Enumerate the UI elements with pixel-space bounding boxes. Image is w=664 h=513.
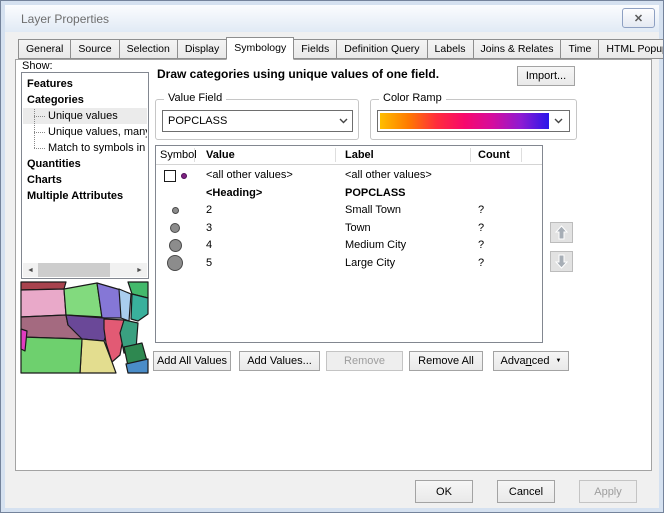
- row-value: 2: [206, 202, 212, 220]
- tree-item-charts[interactable]: Charts: [23, 172, 147, 188]
- column-separator: [194, 148, 195, 162]
- point-symbol-icon[interactable]: [172, 207, 179, 214]
- column-header-count[interactable]: Count: [478, 146, 510, 164]
- arrow-down-icon: [555, 254, 568, 269]
- row-label: Large City: [345, 255, 395, 273]
- tab-definition-query[interactable]: Definition Query: [336, 39, 427, 59]
- row-label: <all other values>: [345, 167, 432, 185]
- point-symbol-icon[interactable]: [169, 239, 182, 252]
- tree-item-multiple-attributes[interactable]: Multiple Attributes: [23, 188, 147, 204]
- scrollbar-thumb[interactable]: [38, 263, 110, 277]
- scroll-left-icon[interactable]: ◄: [23, 263, 38, 277]
- value-field-selected-value: POPCLASS: [163, 115, 334, 127]
- tab-html-popup[interactable]: HTML Popup: [598, 39, 664, 59]
- tree-item-quantities[interactable]: Quantities: [23, 156, 147, 172]
- symbology-tab-page: Show: Features Categories Unique values …: [15, 59, 652, 471]
- column-separator: [521, 148, 522, 162]
- remove-button[interactable]: Remove: [326, 351, 403, 371]
- tree-horizontal-scrollbar[interactable]: ◄ ►: [23, 263, 147, 277]
- show-tree-listbox[interactable]: Features Categories Unique values Unique…: [21, 72, 149, 279]
- row-count: ?: [478, 255, 484, 273]
- remove-all-button[interactable]: Remove All: [409, 351, 483, 371]
- tree-item-features[interactable]: Features: [23, 76, 147, 92]
- row-count: ?: [478, 202, 484, 220]
- close-icon: ✕: [634, 12, 643, 25]
- window-title: Layer Properties: [21, 12, 109, 26]
- row-count: ?: [478, 237, 484, 255]
- row-label: Town: [345, 220, 371, 238]
- tab-labels[interactable]: Labels: [427, 39, 474, 59]
- tab-display[interactable]: Display: [177, 39, 227, 59]
- chevron-down-icon: [334, 118, 352, 124]
- advanced-button-label: Advanced: [501, 355, 550, 367]
- value-field-dropdown[interactable]: POPCLASS: [162, 110, 353, 132]
- color-ramp-dropdown[interactable]: [377, 110, 570, 132]
- row-value: <all other values>: [206, 167, 293, 185]
- tab-time[interactable]: Time: [560, 39, 599, 59]
- point-symbol-icon[interactable]: [170, 223, 180, 233]
- title-bar[interactable]: Layer Properties ✕: [5, 5, 659, 32]
- scroll-right-icon[interactable]: ►: [132, 263, 147, 277]
- column-separator: [470, 148, 471, 162]
- tab-symbology[interactable]: Symbology: [226, 37, 294, 60]
- point-symbol-icon[interactable]: [167, 255, 183, 271]
- color-ramp-group: Color Ramp: [370, 99, 577, 140]
- column-header-value[interactable]: Value: [206, 146, 235, 164]
- move-down-button[interactable]: [550, 251, 573, 272]
- table-row-heading[interactable]: <Heading> POPCLASS: [156, 185, 542, 203]
- add-all-values-button[interactable]: Add All Values: [153, 351, 231, 371]
- states-map-image: [20, 281, 149, 374]
- tab-general[interactable]: General: [18, 39, 71, 59]
- row-label: Small Town: [345, 202, 401, 220]
- apply-button[interactable]: Apply: [579, 480, 637, 503]
- tab-selection[interactable]: Selection: [119, 39, 178, 59]
- row-count: ?: [478, 220, 484, 238]
- row-value: <Heading>: [206, 185, 262, 203]
- dropdown-caret-icon: ▼: [556, 358, 562, 364]
- row-value: 3: [206, 220, 212, 238]
- tab-strip: General Source Selection Display Symbolo…: [18, 36, 664, 59]
- table-row-all-other-values[interactable]: <all other values> <all other values>: [156, 167, 542, 185]
- column-header-label[interactable]: Label: [345, 146, 374, 164]
- column-separator: [335, 148, 336, 162]
- advanced-button[interactable]: Advanced ▼: [493, 351, 569, 371]
- value-field-group: Value Field POPCLASS: [155, 99, 359, 140]
- tab-fields[interactable]: Fields: [293, 39, 337, 59]
- table-row[interactable]: 3 Town ?: [156, 220, 542, 238]
- table-row[interactable]: 2 Small Town ?: [156, 202, 542, 220]
- import-button[interactable]: Import...: [517, 66, 575, 86]
- add-values-button[interactable]: Add Values...: [239, 351, 320, 371]
- row-label: POPCLASS: [345, 185, 406, 203]
- categories-table[interactable]: Symbol Value Label Count <all other valu…: [155, 145, 543, 343]
- all-other-values-symbol-icon[interactable]: [181, 173, 187, 179]
- tree-item-match-to-symbols[interactable]: Match to symbols in a: [23, 140, 147, 156]
- column-header-symbol[interactable]: Symbol: [160, 146, 197, 164]
- row-value: 5: [206, 255, 212, 273]
- all-other-values-checkbox[interactable]: [164, 170, 176, 182]
- value-field-group-label: Value Field: [164, 92, 226, 104]
- tree-item-unique-values-many[interactable]: Unique values, many: [23, 124, 147, 140]
- row-label: Medium City: [345, 237, 406, 255]
- ok-button[interactable]: OK: [415, 480, 473, 503]
- tab-source[interactable]: Source: [70, 39, 119, 59]
- color-ramp-group-label: Color Ramp: [379, 92, 446, 104]
- chevron-down-icon: [549, 118, 567, 124]
- layer-properties-dialog: Layer Properties ✕ General Source Select…: [0, 0, 664, 513]
- map-preview-thumbnail: [20, 281, 149, 374]
- row-value: 4: [206, 237, 212, 255]
- header-divider: [156, 164, 542, 165]
- color-ramp-gradient: [380, 113, 549, 129]
- tree-item-categories[interactable]: Categories: [23, 92, 147, 108]
- tab-joins-relates[interactable]: Joins & Relates: [473, 39, 562, 59]
- cancel-button[interactable]: Cancel: [497, 480, 555, 503]
- tree-item-unique-values[interactable]: Unique values: [23, 108, 147, 124]
- move-up-button[interactable]: [550, 222, 573, 243]
- show-label: Show:: [22, 60, 53, 72]
- draw-method-heading: Draw categories using unique values of o…: [157, 67, 439, 81]
- close-button[interactable]: ✕: [622, 8, 655, 28]
- table-row[interactable]: 4 Medium City ?: [156, 237, 542, 255]
- arrow-up-icon: [555, 225, 568, 240]
- table-row[interactable]: 5 Large City ?: [156, 255, 542, 273]
